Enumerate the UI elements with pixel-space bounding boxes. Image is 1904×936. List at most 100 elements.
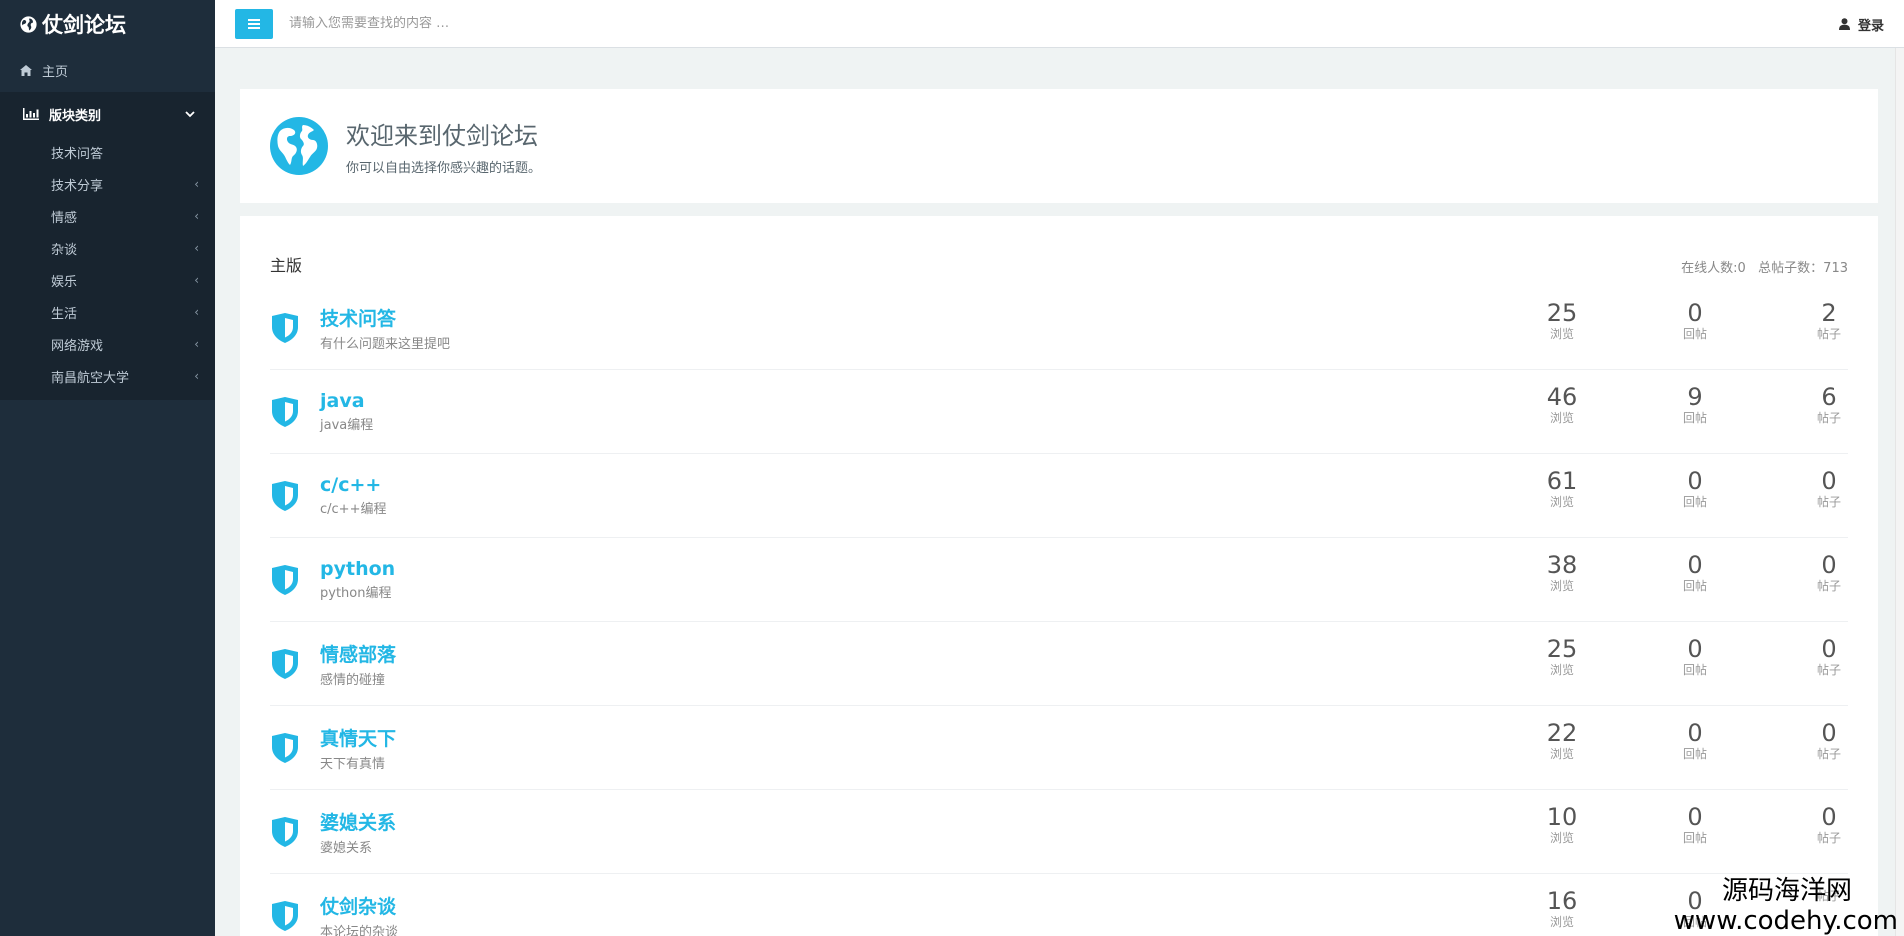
- replies-label: 回帖: [1682, 411, 1707, 425]
- views-stat: 25 浏览: [1527, 300, 1597, 342]
- replies-label: 回帖: [1682, 831, 1707, 845]
- forum-link[interactable]: 情感部落: [320, 640, 1848, 667]
- views-stat: 61 浏览: [1527, 468, 1597, 510]
- posts-label: 帖子: [1816, 663, 1841, 677]
- forum-link[interactable]: 技术问答: [320, 304, 1848, 331]
- replies-label: 回帖: [1682, 327, 1707, 341]
- forum-link[interactable]: 婆媳关系: [320, 808, 1848, 835]
- views-stat: 38 浏览: [1527, 552, 1597, 594]
- sidebar-item[interactable]: 南昌航空大学 ‹: [0, 360, 215, 392]
- forum-description: java编程: [320, 418, 374, 433]
- forum-description: python编程: [320, 586, 392, 601]
- hamburger-icon: [248, 18, 260, 29]
- forum-description: 有什么问题来这里提吧: [320, 336, 451, 352]
- user-icon: [1838, 18, 1850, 30]
- views-stat: 25 浏览: [1527, 636, 1597, 678]
- views-stat: 22 浏览: [1527, 720, 1597, 762]
- sidebar: 仗剑论坛 主页 版块类别 技术问答 技术分享 ‹ 情感 ‹ 杂谈 ‹ 娱乐 ‹ 生活 ‹ …: [0, 0, 215, 936]
- forum-row: c/c++ c/c++编程 61 浏览 0 回帖 0 帖子: [270, 454, 1848, 538]
- forum-link[interactable]: python: [320, 558, 1848, 580]
- forum-description: 本论坛的杂谈: [320, 924, 399, 936]
- watermark-line1: 源码海洋网: [1721, 876, 1852, 906]
- forum-link[interactable]: 真情天下: [320, 724, 1848, 751]
- total-posts: 总帖子数：713: [1758, 261, 1848, 276]
- sidebar-item-label: 技术分享: [51, 178, 104, 194]
- chevron-left-icon: ‹: [194, 241, 199, 255]
- sidebar-item[interactable]: 技术分享 ‹: [0, 168, 215, 200]
- replies-stat: 0 回帖: [1660, 552, 1730, 594]
- category-list: 技术问答 技术分享 ‹ 情感 ‹ 杂谈 ‹ 娱乐 ‹ 生活 ‹ 网络游戏 ‹ 南昌航空大学 ‹: [0, 136, 215, 400]
- forum-row: 真情天下 天下有真情 22 浏览 0 回帖 0 帖子: [270, 706, 1848, 790]
- sidebar-item-label: 南昌航空大学: [51, 370, 130, 386]
- views-count: 25: [1546, 635, 1578, 663]
- sidebar-item-label: 情感: [51, 210, 78, 226]
- sidebar-item-label: 娱乐: [51, 274, 78, 290]
- posts-label: 帖子: [1816, 831, 1841, 845]
- sidebar-item-label: 生活: [51, 306, 78, 322]
- replies-stat: 0 回帖: [1660, 468, 1730, 510]
- views-count: 16: [1546, 887, 1578, 915]
- sidebar-item[interactable]: 网络游戏 ‹: [0, 328, 215, 360]
- forum-link[interactable]: c/c++: [320, 474, 1848, 496]
- globe-icon: [20, 15, 37, 33]
- nav-home-label: 主页: [42, 64, 69, 80]
- menu-toggle-button[interactable]: [235, 8, 273, 39]
- shield-icon: [272, 648, 298, 679]
- views-count: 46: [1546, 383, 1578, 411]
- posts-count: 6: [1821, 383, 1837, 411]
- posts-label: 帖子: [1816, 495, 1841, 509]
- forum-text: java java编程: [320, 390, 1848, 433]
- replies-count: 0: [1687, 803, 1703, 831]
- forum-link[interactable]: 仗剑杂谈: [320, 892, 1848, 919]
- forum-row: java java编程 46 浏览 9 回帖 6 帖子: [270, 370, 1848, 454]
- replies-count: 0: [1687, 467, 1703, 495]
- login-link[interactable]: 登录: [1838, 0, 1884, 48]
- sidebar-item[interactable]: 技术问答: [0, 136, 215, 168]
- posts-count: 0: [1821, 719, 1837, 747]
- replies-label: 回帖: [1682, 663, 1707, 677]
- posts-label: 帖子: [1816, 327, 1841, 341]
- brand[interactable]: 仗剑论坛: [0, 0, 215, 48]
- sidebar-item[interactable]: 情感 ‹: [0, 200, 215, 232]
- nav-home[interactable]: 主页: [0, 48, 215, 92]
- replies-count: 9: [1687, 383, 1703, 411]
- welcome-subtitle: 你可以自由选择你感兴趣的话题。: [346, 161, 542, 176]
- nav-group-toggle[interactable]: 版块类别: [0, 92, 215, 136]
- posts-count: 2: [1821, 299, 1837, 327]
- forum-link[interactable]: java: [320, 390, 1848, 412]
- posts-count: 0: [1821, 467, 1837, 495]
- replies-count: 0: [1687, 635, 1703, 663]
- nav-group-categories: 版块类别 技术问答 技术分享 ‹ 情感 ‹ 杂谈 ‹ 娱乐 ‹ 生活 ‹ 网络游戏 ‹ 南昌…: [0, 92, 215, 400]
- forum-row: 情感部落 感情的碰撞 25 浏览 0 回帖 0 帖子: [270, 622, 1848, 706]
- welcome-text: 欢迎来到仗剑论坛 你可以自由选择你感兴趣的话题。: [346, 116, 541, 176]
- search-input[interactable]: [289, 16, 689, 31]
- posts-count: 0: [1821, 635, 1837, 663]
- replies-label: 回帖: [1682, 747, 1707, 761]
- welcome-title: 欢迎来到仗剑论坛: [346, 122, 538, 150]
- shield-icon: [272, 312, 298, 343]
- replies-stat: 0 回帖: [1660, 720, 1730, 762]
- forum-text: python python编程: [320, 558, 1848, 601]
- sidebar-item[interactable]: 杂谈 ‹: [0, 232, 215, 264]
- replies-count: 0: [1687, 551, 1703, 579]
- shield-icon: [272, 396, 298, 427]
- topbar: 登录: [215, 0, 1904, 48]
- sidebar-item-label: 杂谈: [51, 242, 78, 258]
- views-label: 浏览: [1549, 747, 1574, 761]
- forum-description: 感情的碰撞: [320, 672, 386, 688]
- nav-group-label: 版块类别: [49, 108, 102, 124]
- posts-count: 0: [1821, 551, 1837, 579]
- sidebar-item[interactable]: 生活 ‹: [0, 296, 215, 328]
- globe-icon: [270, 117, 328, 175]
- forum-row: python python编程 38 浏览 0 回帖 0 帖子: [270, 538, 1848, 622]
- views-stat: 16 浏览: [1527, 888, 1597, 930]
- replies-stat: 0 回帖: [1660, 636, 1730, 678]
- views-stat: 46 浏览: [1527, 384, 1597, 426]
- replies-stat: 9 回帖: [1660, 384, 1730, 426]
- board-title: 主版: [270, 256, 303, 275]
- scrollbar[interactable]: [1895, 48, 1904, 936]
- shield-icon: [272, 480, 298, 511]
- shield-icon: [272, 900, 298, 931]
- posts-label: 帖子: [1816, 411, 1841, 425]
- sidebar-item[interactable]: 娱乐 ‹: [0, 264, 215, 296]
